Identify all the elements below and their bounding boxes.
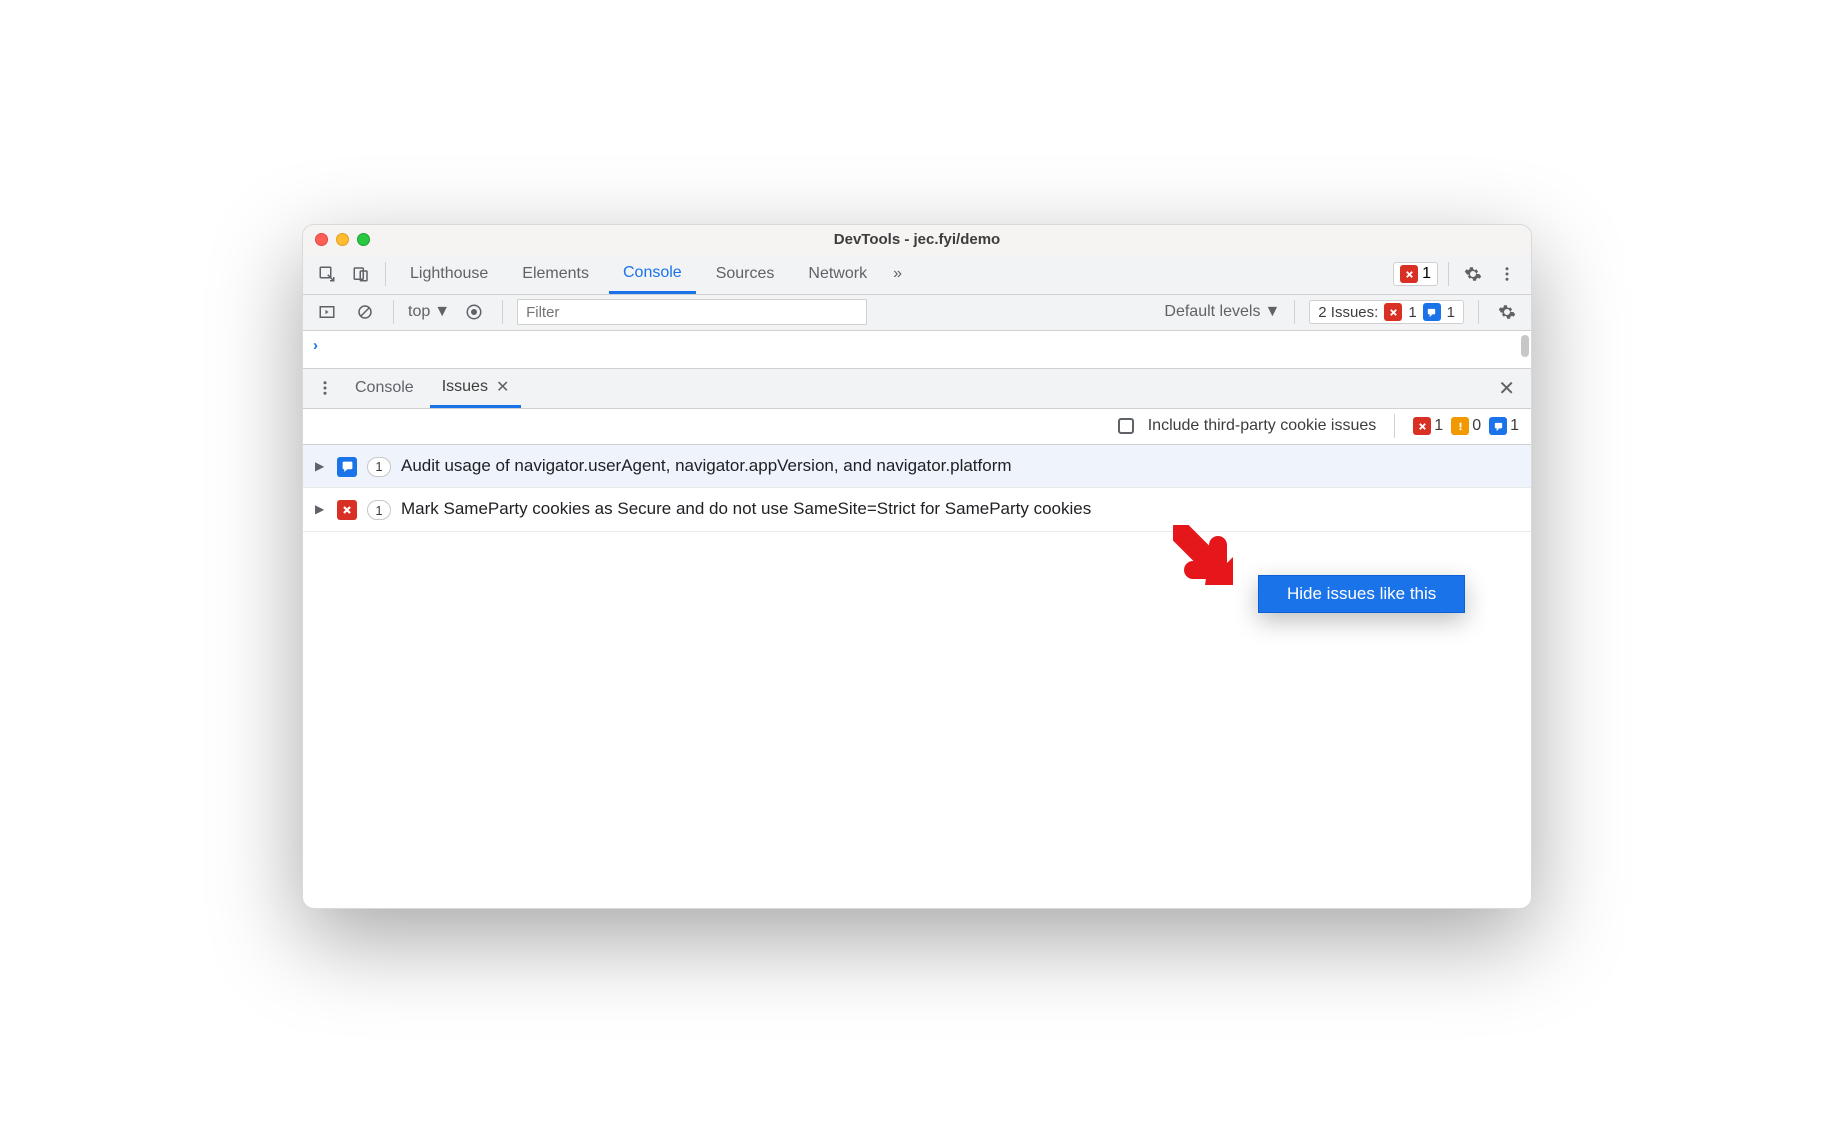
filter-input[interactable] [517, 299, 867, 325]
error-icon [1413, 417, 1431, 435]
toggle-sidebar-icon[interactable] [313, 298, 341, 326]
error-icon [1400, 265, 1418, 283]
inspect-element-icon[interactable] [313, 260, 341, 288]
issue-row[interactable]: ▶ 1 Audit usage of navigator.userAgent, … [303, 445, 1531, 489]
info-icon [1423, 303, 1441, 321]
close-tab-icon[interactable]: ✕ [496, 377, 509, 397]
divider [502, 300, 503, 324]
issue-count-pill: 1 [367, 457, 391, 477]
console-prompt: › [313, 337, 318, 354]
scrollbar-thumb[interactable] [1521, 335, 1529, 357]
main-tabbar: Lighthouse Elements Console Sources Netw… [303, 255, 1531, 295]
drawer-tab-issues[interactable]: Issues ✕ [430, 369, 522, 408]
issues-error-count: 1 [1408, 304, 1416, 321]
issues-info-count: 1 [1447, 304, 1455, 321]
tab-elements[interactable]: Elements [508, 255, 603, 294]
issues-toolbar: Include third-party cookie issues 1 0 1 [303, 409, 1531, 445]
disclosure-triangle-icon[interactable]: ▶ [315, 459, 327, 473]
console-toolbar: top ▼ Default levels ▼ 2 Issues: 1 1 [303, 295, 1531, 331]
issues-list: ▶ 1 Audit usage of navigator.userAgent, … [303, 445, 1531, 533]
drawer-more-icon[interactable] [311, 374, 339, 402]
console-settings-icon[interactable] [1493, 298, 1521, 326]
error-icon [1384, 303, 1402, 321]
context-menu: Hide issues like this [1258, 575, 1465, 613]
context-label: top [408, 303, 430, 321]
chevron-down-icon: ▼ [1264, 303, 1280, 321]
issue-counts: 1 0 1 [1413, 417, 1519, 435]
titlebar: DevTools - jec.fyi/demo [303, 225, 1531, 255]
tab-console[interactable]: Console [609, 255, 696, 294]
third-party-checkbox[interactable] [1118, 418, 1134, 434]
divider [1294, 300, 1295, 324]
disclosure-triangle-icon[interactable]: ▶ [315, 502, 327, 516]
third-party-label: Include third-party cookie issues [1148, 417, 1377, 435]
error-count: 1 [1422, 265, 1431, 283]
tab-lighthouse[interactable]: Lighthouse [396, 255, 502, 294]
issues-label: 2 Issues: [1318, 304, 1378, 321]
window-title: DevTools - jec.fyi/demo [303, 231, 1531, 248]
drawer-tab-console[interactable]: Console [343, 369, 426, 408]
warn-counter[interactable]: 0 [1451, 417, 1481, 435]
issue-count-pill: 1 [367, 500, 391, 520]
divider [1394, 414, 1395, 438]
annotation-arrow-icon [1173, 525, 1243, 600]
more-menu-icon[interactable] [1493, 260, 1521, 288]
error-count-badge[interactable]: 1 [1393, 262, 1438, 286]
info-icon [1489, 417, 1507, 435]
tabs-overflow-button[interactable]: » [887, 255, 908, 294]
close-drawer-icon[interactable]: ✕ [1490, 376, 1523, 401]
settings-icon[interactable] [1459, 260, 1487, 288]
issues-summary[interactable]: 2 Issues: 1 1 [1309, 300, 1464, 324]
info-icon [337, 457, 357, 477]
error-icon [337, 500, 357, 520]
console-body[interactable]: › [303, 331, 1531, 369]
drawer-tab-label: Issues [442, 378, 488, 396]
divider [1448, 262, 1449, 286]
drawer-tabbar: Console Issues ✕ ✕ [303, 369, 1531, 409]
drawer-tab-label: Console [355, 379, 414, 397]
warn-icon [1451, 417, 1469, 435]
error-counter[interactable]: 1 [1413, 417, 1443, 435]
context-menu-item-hide[interactable]: Hide issues like this [1287, 584, 1436, 604]
divider [1478, 300, 1479, 324]
warn-count: 0 [1472, 417, 1481, 435]
toggle-device-icon[interactable] [347, 260, 375, 288]
chevron-down-icon: ▼ [434, 303, 450, 321]
divider [385, 262, 386, 286]
info-counter[interactable]: 1 [1489, 417, 1519, 435]
issue-row[interactable]: ▶ 1 Mark SameParty cookies as Secure and… [303, 488, 1531, 532]
clear-console-icon[interactable] [351, 298, 379, 326]
levels-label: Default levels [1164, 303, 1260, 321]
issue-title: Audit usage of navigator.userAgent, navi… [401, 455, 1519, 478]
log-levels-selector[interactable]: Default levels ▼ [1164, 303, 1280, 321]
devtools-window: DevTools - jec.fyi/demo Lighthouse Eleme… [302, 224, 1532, 909]
tab-network[interactable]: Network [794, 255, 881, 294]
live-expression-icon[interactable] [460, 298, 488, 326]
issue-title: Mark SameParty cookies as Secure and do … [401, 498, 1519, 521]
execution-context-selector[interactable]: top ▼ [408, 303, 450, 321]
error-count: 1 [1434, 417, 1443, 435]
info-count: 1 [1510, 417, 1519, 435]
divider [393, 300, 394, 324]
tab-sources[interactable]: Sources [702, 255, 789, 294]
